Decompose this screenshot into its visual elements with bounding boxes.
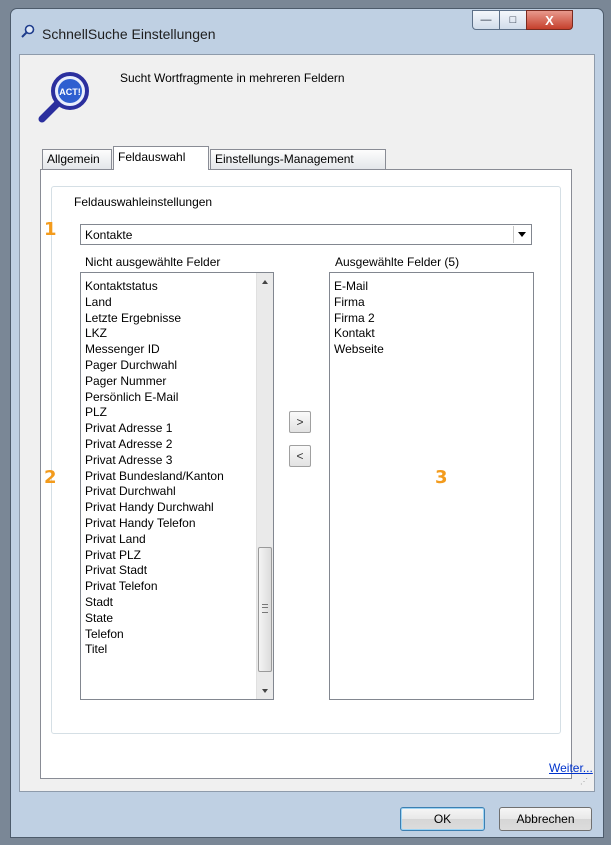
list-item[interactable]: Privat Durchwahl [81, 484, 224, 500]
minimize-icon: — [480, 14, 492, 26]
list-item[interactable]: State [81, 611, 224, 627]
list-item[interactable]: Letzte Ergebnisse [81, 311, 224, 327]
selected-fields-label: Ausgewählte Felder (5) [335, 255, 460, 269]
tab-panel-feldauswahl: Feldauswahleinstellungen Kontakte Nicht … [40, 169, 593, 779]
unselected-fields-scrollbar[interactable] [256, 273, 273, 699]
tab-allgemein[interactable]: Allgemein [42, 149, 112, 169]
list-item[interactable]: Stadt [81, 595, 224, 611]
magnifier-logo-icon: ACT! [38, 72, 89, 123]
remove-field-button[interactable]: < [289, 445, 311, 467]
ok-button[interactable]: OK [400, 807, 485, 831]
scroll-down-icon[interactable] [257, 682, 273, 699]
more-link[interactable]: Weiter... [549, 761, 593, 775]
entity-select-value: Kontakte [85, 228, 133, 242]
window-title: SchnellSuche Einstellungen [42, 26, 216, 42]
list-item[interactable]: Kontaktstatus [81, 279, 224, 295]
resize-grip-icon[interactable]: ⋰ [580, 777, 590, 787]
tab-feldauswahl[interactable]: Feldauswahl [113, 146, 209, 170]
list-item[interactable]: Pager Durchwahl [81, 358, 224, 374]
list-item[interactable]: PLZ [81, 405, 224, 421]
settings-window: SchnellSuche Einstellungen — □ X ACT! Su… [10, 8, 604, 838]
list-item[interactable]: Messenger ID [81, 342, 224, 358]
list-item[interactable]: Kontakt [330, 326, 384, 342]
chevron-down-icon[interactable] [513, 226, 530, 243]
scroll-up-icon[interactable] [257, 273, 273, 290]
minimize-button[interactable]: — [472, 10, 500, 30]
search-icon [21, 24, 35, 38]
unselected-fields-items: Kontaktstatus Land Letzte Ergebnisse LKZ Mes… [81, 279, 224, 658]
list-item[interactable]: Privat Handy Telefon [81, 516, 224, 532]
logo-text: ACT! [59, 87, 81, 97]
list-item[interactable]: Privat Handy Durchwahl [81, 500, 224, 516]
list-item[interactable]: Webseite [330, 342, 384, 358]
list-item[interactable]: Privat Land [81, 532, 224, 548]
list-item[interactable]: Privat Adresse 3 [81, 453, 224, 469]
selected-fields-items: E-Mail Firma Firma 2 Kontakt Webseite [330, 279, 384, 358]
list-item[interactable]: Titel [81, 642, 224, 658]
list-item[interactable]: Privat Adresse 2 [81, 437, 224, 453]
list-item[interactable]: Firma 2 [330, 311, 384, 327]
list-item[interactable]: Privat Stadt [81, 563, 224, 579]
close-button[interactable]: X [526, 10, 573, 30]
list-item[interactable]: Privat Adresse 1 [81, 421, 224, 437]
unselected-fields-label: Nicht ausgewählte Felder [85, 255, 221, 269]
list-item[interactable]: Firma [330, 295, 384, 311]
dialog-client: ACT! Sucht Wortfragmente in mehreren Fel… [19, 54, 595, 831]
list-item[interactable]: Persönlich E-Mail [81, 390, 224, 406]
list-item[interactable]: Pager Nummer [81, 374, 224, 390]
title-bar[interactable]: SchnellSuche Einstellungen — □ X [11, 9, 603, 53]
list-item[interactable]: Telefon [81, 627, 224, 643]
maximize-button[interactable]: □ [499, 10, 527, 30]
callout-marker-3: 3 [435, 467, 448, 488]
list-item[interactable]: Privat PLZ [81, 548, 224, 564]
cancel-button[interactable]: Abbrechen [499, 807, 592, 831]
callout-marker-1: 1 [44, 219, 57, 240]
entity-select[interactable]: Kontakte [80, 224, 532, 245]
selected-fields-list[interactable]: E-Mail Firma Firma 2 Kontakt Webseite [329, 272, 534, 700]
close-icon: X [545, 12, 554, 28]
add-field-button[interactable]: > [289, 411, 311, 433]
group-title: Feldauswahleinstellungen [70, 195, 217, 209]
list-item[interactable]: Privat Telefon [81, 579, 224, 595]
field-selection-group: Feldauswahleinstellungen Kontakte Nicht … [44, 186, 561, 734]
scroll-thumb[interactable] [258, 547, 272, 672]
tab-einstellungs-management[interactable]: Einstellungs-Management [210, 149, 386, 169]
unselected-fields-list[interactable]: Kontaktstatus Land Letzte Ergebnisse LKZ Mes… [80, 272, 274, 700]
list-item[interactable]: E-Mail [330, 279, 384, 295]
list-item[interactable]: LKZ [81, 326, 224, 342]
list-item[interactable]: Land [81, 295, 224, 311]
callout-marker-2: 2 [44, 467, 57, 488]
maximize-icon: □ [509, 14, 517, 26]
header-description: Sucht Wortfragmente in mehreren Feldern [120, 71, 345, 85]
list-item[interactable]: Privat Bundesland/Kanton [81, 469, 224, 485]
